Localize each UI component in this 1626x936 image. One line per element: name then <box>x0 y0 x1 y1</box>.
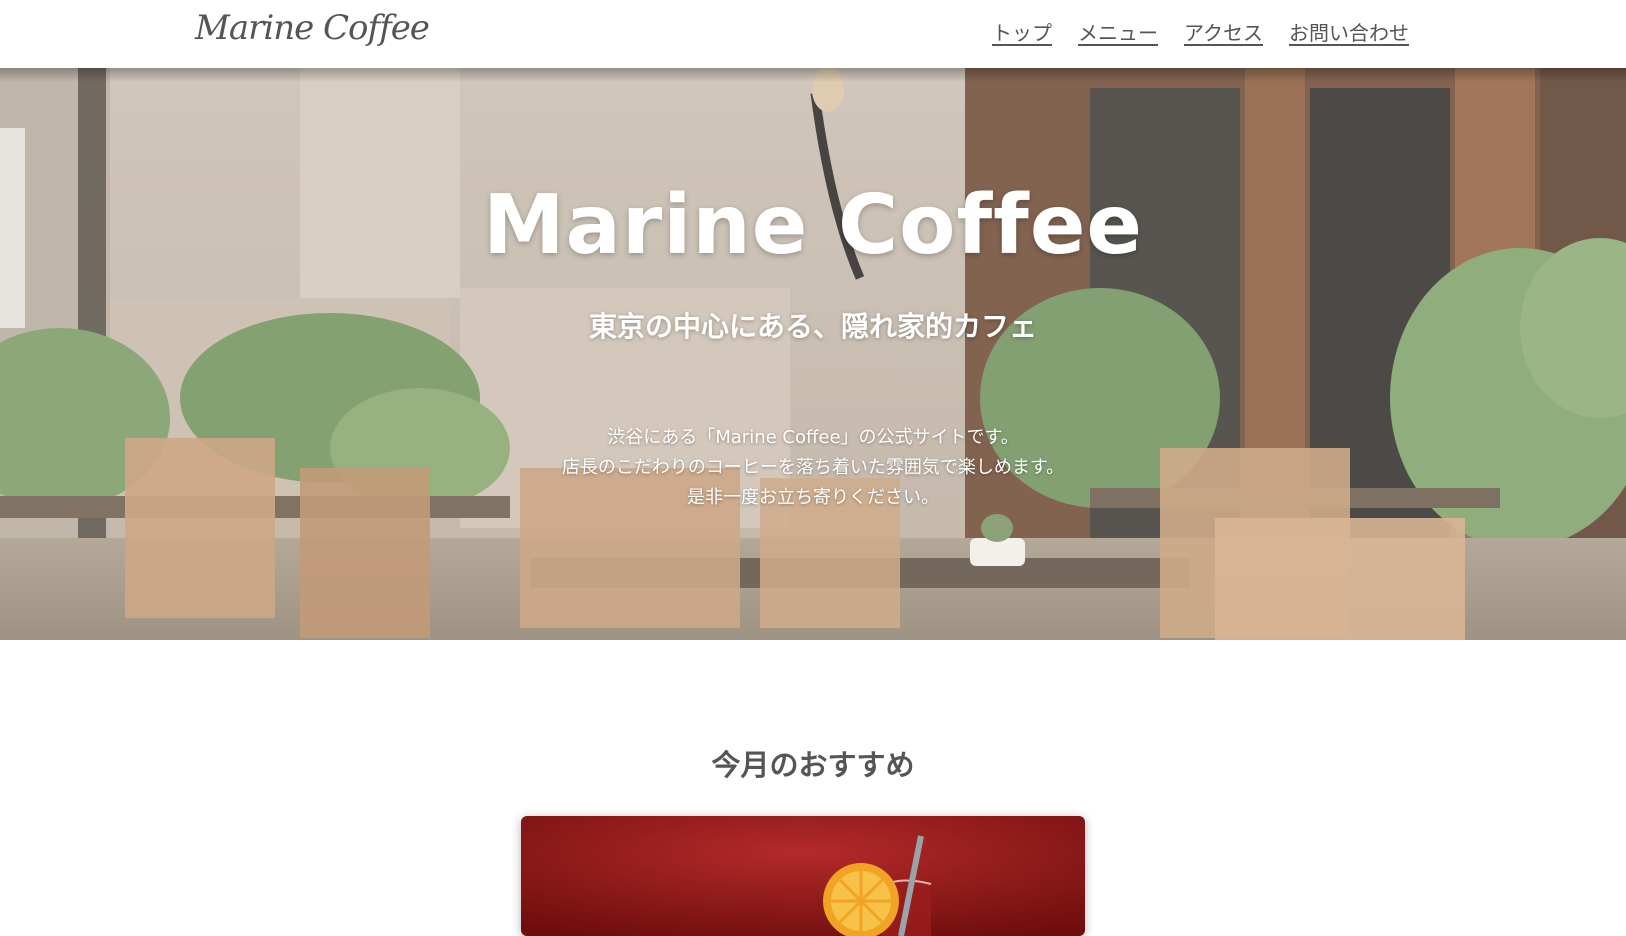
header-shadow <box>0 68 1626 82</box>
nav-link-menu[interactable]: メニュー <box>1078 17 1158 46</box>
nav-link-top[interactable]: トップ <box>992 17 1052 46</box>
hero-title: Marine Coffee <box>482 178 1144 273</box>
recommend-card[interactable] <box>521 816 1085 936</box>
hero-description-line: 店長のこだわりのコーヒーを落ち着いた雰囲気で楽しめます。 <box>561 457 1065 478</box>
recommend-title: 今月のおすすめ <box>711 748 915 782</box>
hero-description-line: 渋谷にある「Marine Coffee」の公式サイトです。 <box>607 427 1019 448</box>
hero-description-line: 是非一度お立ち寄りください。 <box>687 487 939 508</box>
hero-section: Marine Coffee 東京の中心にある、隠れ家的カフェ 渋谷にある「Mar… <box>0 68 1626 640</box>
hero-description: 渋谷にある「Marine Coffee」の公式サイトです。 店長のこだわりのコー… <box>0 423 1626 513</box>
nav-link-access[interactable]: アクセス <box>1184 17 1263 46</box>
site-header: Marine Coffee トップ メニュー アクセス お問い合わせ <box>0 0 1626 68</box>
recommend-drink-image <box>521 816 1085 936</box>
main-nav: トップ メニュー アクセス お問い合わせ <box>992 17 1409 46</box>
hero-subtitle: 東京の中心にある、隠れ家的カフェ <box>588 310 1037 343</box>
nav-link-contact[interactable]: お問い合わせ <box>1289 17 1409 46</box>
hero-background-image <box>0 68 1626 640</box>
site-logo[interactable]: Marine Coffee <box>195 8 430 60</box>
